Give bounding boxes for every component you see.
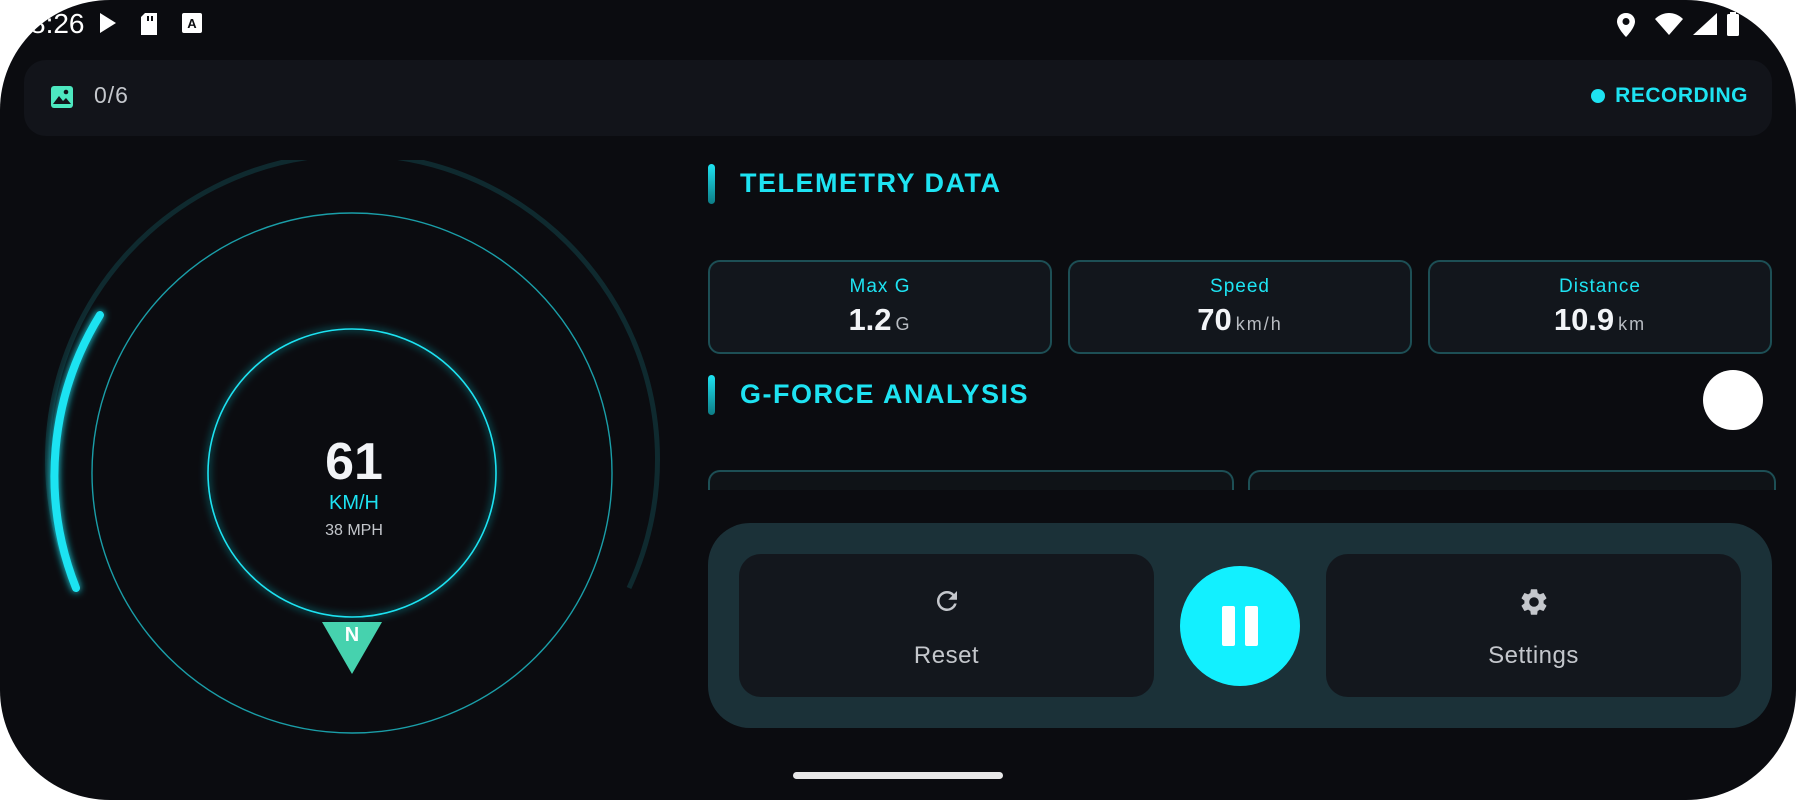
speed-card: Speed 70 km/h [1068,260,1412,354]
keyboard-a-icon: A [182,13,202,33]
image-icon[interactable] [50,85,74,109]
gforce-accent-bar [708,375,715,415]
card-unit: km/h [1235,314,1283,334]
telemetry-accent-bar [708,164,715,204]
svg-text:A: A [187,16,197,31]
photo-count: 0/6 [94,82,129,108]
reset-label: Reset [913,642,980,669]
max-g-card: Max G 1.2 G [708,260,1052,354]
controls-panel: Reset Settings [708,523,1772,728]
card-value: 1.2 [848,302,892,337]
wifi-icon [1655,13,1683,35]
telemetry-title: TELEMETRY DATA [740,168,1002,198]
settings-label: Settings [1488,642,1579,669]
home-indicator[interactable] [793,772,1003,779]
location-icon [1617,13,1635,37]
status-bar: 8:26 A [0,0,1796,48]
speed-value: 61 [325,433,383,491]
compass-heading: N [344,624,360,646]
settings-button[interactable]: Settings [1326,554,1741,697]
refresh-icon [936,591,957,611]
recording-label: RECORDING [1615,84,1748,107]
card-label: Max G [849,276,911,297]
battery-icon [1727,12,1739,36]
gforce-title: G-FORCE ANALYSIS [740,379,1030,409]
card-label: Speed [1210,276,1270,297]
recording-dot-icon [1591,89,1606,103]
distance-card: Distance 10.9 km [1428,260,1772,354]
speed-unit: KM/H [329,492,379,514]
sd-card-icon [141,13,157,35]
pause-button[interactable] [1180,566,1300,686]
card-label: Distance [1559,276,1641,297]
top-panel: 0/6 RECORDING [24,60,1772,136]
signal-icon [1693,13,1717,35]
card-unit: G [895,314,912,334]
card-value: 10.9 [1553,302,1615,337]
status-time: 8:26 [30,8,85,39]
card-unit: km [1618,314,1647,334]
gear-icon [1521,589,1546,615]
gforce-toggle[interactable] [1703,370,1763,430]
speed-mph: 38 MPH [325,522,383,539]
reset-button[interactable]: Reset [739,554,1154,697]
play-icon [100,13,116,33]
app-screen: 8:26 A 0/6 RECORDING 61 KM/H 38 MPH N TE… [0,0,1796,800]
card-value: 70 [1197,302,1232,337]
recording-indicator: RECORDING [1591,84,1748,108]
